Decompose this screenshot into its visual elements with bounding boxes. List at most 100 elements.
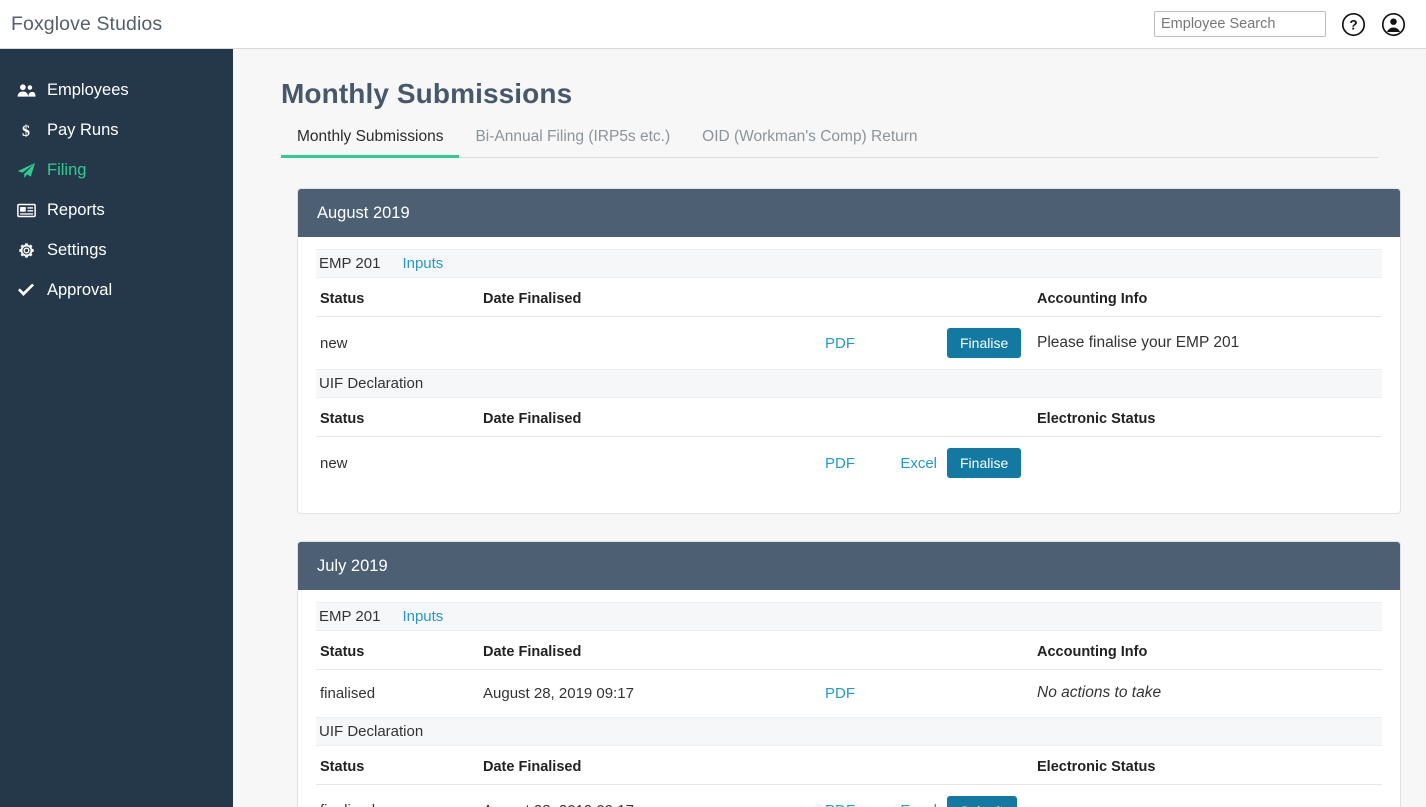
employee-search-input[interactable] (1154, 11, 1326, 37)
cell-status: finalised (320, 684, 376, 702)
accounting-info-note: No actions to take (1037, 684, 1162, 702)
table-header-row: Status Date Finalised Accounting Info (316, 631, 1382, 670)
sidebar-item-label: Pay Runs (47, 120, 119, 139)
table-header-row: Status Date Finalised Accounting Info (316, 278, 1382, 317)
cell-date-finalised: August 28, 2019 09:17 (479, 784, 779, 807)
cell-status: new (320, 454, 348, 472)
newspaper-icon (14, 203, 38, 218)
section-header-emp201: EMP 201 Inputs (316, 249, 1382, 278)
svg-text:$: $ (22, 123, 30, 139)
column-header-status: Status (316, 278, 479, 317)
table-row: new PDF Finalise Please finalise your EM… (316, 317, 1382, 370)
submission-table: Status Date Finalised Accounting Info ne… (316, 278, 1382, 369)
sidebar-item-settings[interactable]: Settings (0, 230, 233, 270)
main-content-area: Monthly Submissions Monthly Submissions … (233, 49, 1426, 807)
table-header-row: Status Date Finalised Electronic Status (316, 745, 1382, 785)
column-header-pdf (779, 631, 861, 670)
excel-link[interactable]: Excel (900, 455, 937, 472)
cell-date-finalised (479, 437, 779, 490)
tab-oid-return[interactable]: OID (Workman's Comp) Return (686, 128, 933, 157)
finalise-button[interactable]: Finalise (947, 448, 1022, 478)
sidebar-item-label: Reports (47, 200, 105, 219)
users-icon (14, 83, 38, 98)
column-header-accounting-info: Accounting Info (1033, 278, 1382, 317)
inputs-link[interactable]: Inputs (402, 255, 443, 272)
filing-tabs: Monthly Submissions Bi-Annual Filing (IR… (281, 128, 1379, 158)
column-header-action (943, 398, 1033, 437)
submit-button[interactable]: Submit (947, 795, 1017, 807)
submission-table: Status Date Finalised Electronic Status … (316, 745, 1382, 807)
column-header-status: Status (316, 398, 479, 437)
pdf-link[interactable]: PDF (825, 802, 855, 807)
sidebar-item-pay-runs[interactable]: $ Pay Runs (0, 110, 233, 150)
column-header-action (943, 631, 1033, 670)
pdf-link[interactable]: PDF (825, 455, 855, 472)
tab-monthly-submissions[interactable]: Monthly Submissions (281, 128, 460, 158)
column-header-status: Status (316, 631, 479, 670)
column-header-electronic-status: Electronic Status (1033, 745, 1382, 785)
submission-table: Status Date Finalised Accounting Info fi… (316, 631, 1382, 717)
cell-status: finalised (316, 784, 479, 807)
pdf-link[interactable]: PDF (825, 685, 855, 702)
month-card-body: EMP 201 Inputs Status Date Finalised Acc… (298, 237, 1400, 513)
excel-link[interactable]: Excel (900, 802, 937, 807)
column-header-pdf (779, 278, 861, 317)
dollar-icon: $ (14, 122, 38, 139)
sidebar-item-label: Settings (47, 240, 107, 259)
section-title: UIF Declaration (319, 722, 424, 740)
user-account-icon[interactable] (1380, 11, 1406, 37)
accounting-info-note: Please finalise your EMP 201 (1037, 334, 1240, 351)
gear-icon (14, 242, 38, 259)
sidebar-item-reports[interactable]: Reports (0, 190, 233, 230)
submission-table: Status Date Finalised Electronic Status … (316, 398, 1382, 489)
column-header-date-finalised: Date Finalised (479, 398, 779, 437)
month-card-header: August 2019 (298, 189, 1400, 237)
cell-date-finalised (479, 317, 779, 370)
pdf-link[interactable]: PDF (825, 335, 855, 352)
column-header-date-finalised: Date Finalised (479, 631, 779, 670)
section-header-emp201: EMP 201 Inputs (316, 602, 1382, 631)
paper-plane-icon (14, 162, 38, 179)
page-title: Monthly Submissions (281, 78, 573, 109)
column-header-status: Status (316, 745, 479, 785)
section-header-uif-declaration: UIF Declaration (316, 369, 1382, 398)
column-header-excel (861, 398, 943, 437)
column-header-action (943, 745, 1033, 785)
column-header-date-finalised: Date Finalised (479, 745, 779, 785)
sidebar-item-approval[interactable]: Approval (0, 270, 233, 310)
month-card: July 2019 EMP 201 Inputs Status Date Fin… (297, 541, 1401, 807)
sidebar-item-label: Employees (47, 80, 129, 99)
column-header-accounting-info: Accounting Info (1033, 631, 1382, 670)
cell-status: new (320, 334, 348, 352)
table-row: new PDF Excel Finalise (316, 437, 1382, 490)
check-icon (14, 283, 38, 297)
table-row: finalised August 28, 2019 09:17 PDF No a… (316, 670, 1382, 717)
column-header-action (943, 278, 1033, 317)
sidebar-item-label: Filing (47, 160, 87, 179)
column-header-excel (861, 745, 943, 785)
app-brand-title: Foxglove Studios (11, 12, 163, 35)
column-header-date-finalised: Date Finalised (479, 278, 779, 317)
sidebar-item-filing[interactable]: Filing (0, 150, 233, 190)
finalise-button[interactable]: Finalise (947, 328, 1022, 358)
sidebar-item-employees[interactable]: Employees (0, 70, 233, 110)
column-header-excel (861, 278, 943, 317)
column-header-pdf (779, 745, 861, 785)
table-header-row: Status Date Finalised Electronic Status (316, 398, 1382, 437)
section-title: UIF Declaration (319, 375, 424, 392)
cell-date-finalised: August 28, 2019 09:17 (483, 684, 634, 702)
sidebar-item-label: Approval (47, 280, 113, 299)
help-icon[interactable]: ? (1340, 11, 1366, 37)
table-row: finalised August 28, 2019 09:17 PDF Exce… (316, 784, 1382, 807)
month-card-body: EMP 201 Inputs Status Date Finalised Acc… (298, 590, 1400, 807)
top-header-bar: Foxglove Studios ? (0, 0, 1426, 49)
tab-bi-annual-filing[interactable]: Bi-Annual Filing (IRP5s etc.) (459, 128, 686, 157)
section-title: EMP 201 (319, 608, 381, 625)
column-header-pdf (779, 398, 861, 437)
section-title: EMP 201 (319, 255, 381, 272)
column-header-electronic-status: Electronic Status (1033, 398, 1382, 437)
section-header-uif-declaration: UIF Declaration (316, 716, 1382, 746)
inputs-link[interactable]: Inputs (402, 608, 443, 625)
submission-cards: August 2019 EMP 201 Inputs Status Date F… (297, 188, 1401, 807)
month-card: August 2019 EMP 201 Inputs Status Date F… (297, 188, 1401, 514)
